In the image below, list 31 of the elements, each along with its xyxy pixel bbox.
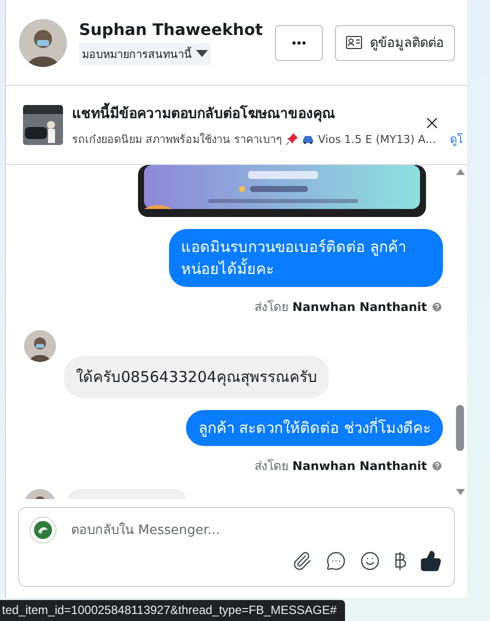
message-bubble: ลูกค้า สะดวกให้ติดต่อ ช่วงกี่โมงดีคะ — [186, 410, 443, 446]
ad-description: รถเก๋งยอดนิยม สภาพพร้อมใช้งาน ราคาเบาๆ — [72, 132, 282, 148]
sent-by-label: ส่งโดย Nanwhan Nanthanit — [254, 458, 427, 475]
scroll-down-icon[interactable] — [456, 489, 464, 495]
avatar — [24, 330, 56, 362]
status-bar-url: ted_item_id=100025848113927&thread_type=FB_MESSAGE# — [0, 600, 345, 621]
pin-icon — [286, 133, 298, 145]
payment-button[interactable] — [394, 551, 406, 571]
assign-dropdown[interactable]: มอบหมายการสนทนานี้ — [79, 43, 211, 65]
scrollbar-thumb[interactable] — [456, 405, 464, 451]
attach-button[interactable] — [292, 551, 312, 571]
message-bubble: ใด้ครับ0856433204คุณสุพรรณครับ — [64, 356, 330, 398]
help-icon[interactable] — [431, 300, 443, 312]
view-link[interactable]: ดูโ — [450, 130, 463, 148]
more-icon — [292, 40, 306, 44]
message-bubble: แอดมินรบกวนขอเบอร์ติดต่อ ลูกค้าหน่อยได้มั้ยคะ — [169, 229, 443, 287]
emoji-button[interactable] — [360, 551, 380, 571]
profile-avatar — [19, 18, 67, 66]
contact-info-button[interactable]: ดูข้อมูลติดต่อ — [335, 24, 455, 60]
sent-by-label: ส่งโดย Nanwhan Nanthanit — [254, 299, 427, 316]
car-icon — [302, 134, 314, 144]
saved-replies-button[interactable] — [326, 551, 346, 571]
like-button[interactable] — [420, 550, 442, 572]
page-logo — [29, 516, 57, 544]
contact-name: Suphan Thaweekhot — [79, 20, 263, 39]
contact-card-icon — [346, 36, 362, 49]
ad-description: Vios 1.5 E (MY13) A... — [318, 132, 436, 146]
help-icon[interactable] — [431, 460, 443, 472]
ad-reply-title: แชทนี้มีข้อความตอบกลับต่อโฆษณาของคุณ — [72, 102, 335, 124]
caret-icon — [196, 50, 208, 58]
scroll-up-icon[interactable] — [456, 169, 464, 175]
